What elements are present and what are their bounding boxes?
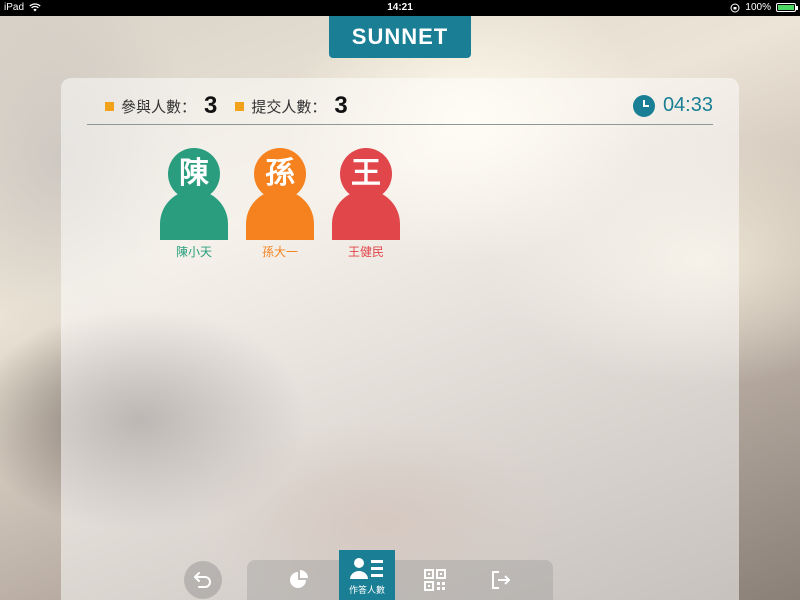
student-list: 陳 陳小天 孫 孫大一 王 王健民 — [151, 148, 409, 260]
avatar: 陳 — [160, 148, 228, 240]
status-time: 14:21 — [387, 2, 413, 13]
avatar-initial: 陳 — [168, 148, 220, 200]
avatar-initial: 孫 — [254, 148, 306, 200]
stat-marker — [235, 101, 245, 111]
divider — [87, 124, 713, 125]
battery-icon — [776, 3, 798, 12]
avatar: 孫 — [246, 148, 314, 240]
respondents-label: 作答人數 — [348, 586, 385, 596]
submitted-count: 3 — [334, 92, 348, 119]
stat-marker — [105, 101, 114, 111]
undo-arrow-icon — [194, 572, 211, 588]
bottom-toolbar — [247, 560, 553, 600]
pie-chart-icon — [290, 570, 308, 588]
participants-stat: 參與人數： 3 — [105, 92, 217, 120]
respondents-button[interactable]: 作答人數 — [339, 550, 395, 600]
student-card[interactable]: 王 王健民 — [323, 148, 409, 260]
submitted-label: 提交人數： — [251, 97, 327, 116]
participants-label: 參與人數： — [121, 97, 197, 116]
back-button[interactable] — [184, 561, 222, 599]
battery-percent: 100% — [745, 2, 771, 13]
submitted-stat: 提交人數： 3 — [235, 92, 348, 120]
orientation-lock-icon — [730, 3, 740, 12]
sunnet-logo: SUNNET — [329, 16, 471, 58]
participants-count: 3 — [204, 92, 218, 119]
timer-text: 04:33 — [662, 94, 713, 116]
student-name: 孫大一 — [261, 245, 298, 259]
stats-row: 參與人數： 3 提交人數： 3 — [105, 92, 366, 120]
statistics-button[interactable] — [273, 560, 325, 600]
clock-icon — [632, 94, 655, 117]
student-card[interactable]: 孫 孫大一 — [237, 148, 323, 260]
avatar: 王 — [332, 148, 400, 240]
avatar-initial: 王 — [340, 148, 392, 200]
qr-code-button[interactable] — [409, 560, 461, 600]
student-card[interactable]: 陳 陳小天 — [151, 148, 237, 260]
main-panel: 參與人數： 3 提交人數： 3 04:33 陳 陳小天 孫 孫大一 王 王健民 — [61, 78, 739, 600]
exit-button[interactable] — [475, 560, 527, 600]
user-list-icon — [350, 558, 383, 579]
qr-code-icon — [424, 569, 446, 591]
student-name: 王健民 — [347, 245, 384, 259]
logo-text: SUNNET — [351, 24, 449, 49]
exit-icon — [492, 571, 510, 589]
countdown-timer: 04:33 — [632, 94, 713, 117]
student-name: 陳小天 — [175, 245, 212, 259]
status-bar: iPad 14:21 100% — [0, 0, 800, 16]
